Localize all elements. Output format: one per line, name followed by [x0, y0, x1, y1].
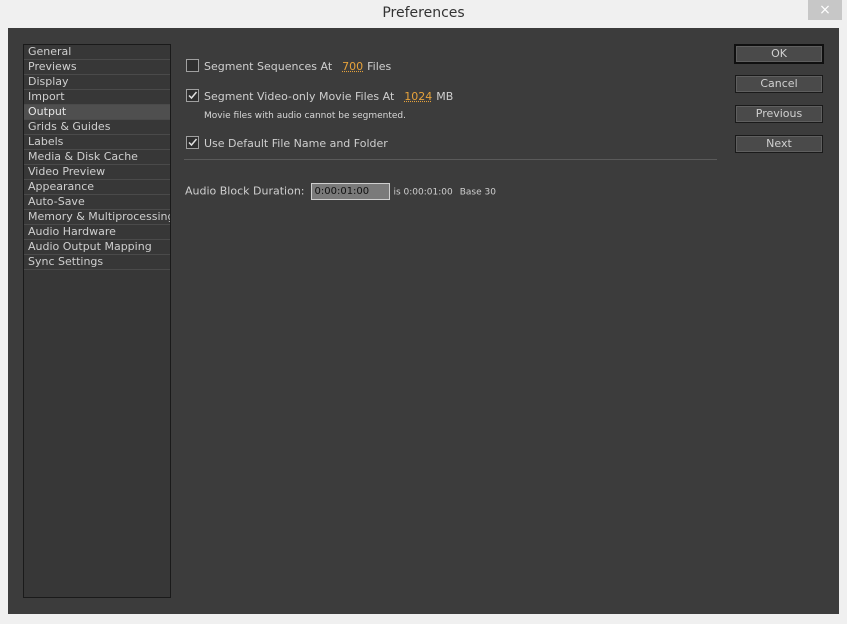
- sidebar-item-media-disk-cache[interactable]: Media & Disk Cache: [24, 150, 170, 165]
- sidebar-item-general[interactable]: General: [24, 45, 170, 60]
- segment-video-row: Segment Video-only Movie Files At 1024 MB: [186, 89, 453, 103]
- sidebar-item-labels[interactable]: Labels: [24, 135, 170, 150]
- sidebar-item-auto-save[interactable]: Auto-Save: [24, 195, 170, 210]
- close-button[interactable]: ×: [808, 0, 842, 20]
- next-button[interactable]: Next: [735, 135, 823, 153]
- sidebar-item-display[interactable]: Display: [24, 75, 170, 90]
- sidebar-item-output[interactable]: Output: [24, 105, 170, 120]
- close-icon: ×: [819, 2, 831, 18]
- audio-block-duration-field[interactable]: 0:00:01:00: [310, 183, 390, 200]
- sidebar-item-sync-settings[interactable]: Sync Settings: [24, 255, 170, 270]
- segment-sequences-label: Segment Sequences At: [204, 60, 333, 73]
- sidebar-item-import[interactable]: Import: [24, 90, 170, 105]
- segment-sequences-row: Segment Sequences At 700 Files: [186, 59, 391, 73]
- segment-video-unit: MB: [436, 90, 454, 103]
- audio-block-label: Audio Block Duration:: [185, 184, 305, 198]
- segment-sequences-unit: Files: [367, 60, 392, 73]
- section-divider: [184, 159, 717, 160]
- checkmark-icon: [188, 91, 198, 100]
- sidebar-item-audio-output-mapping[interactable]: Audio Output Mapping: [24, 240, 170, 255]
- segment-sequences-checkbox[interactable]: [186, 59, 199, 72]
- segment-note: Movie files with audio cannot be segment…: [204, 111, 406, 121]
- use-default-checkbox[interactable]: [186, 136, 199, 149]
- sidebar-item-audio-hardware[interactable]: Audio Hardware: [24, 225, 170, 240]
- sidebar-item-video-preview[interactable]: Video Preview: [24, 165, 170, 180]
- window-title: Preferences: [382, 5, 465, 21]
- checkmark-icon: [188, 138, 198, 147]
- previous-button[interactable]: Previous: [735, 105, 823, 123]
- ok-button[interactable]: OK: [734, 44, 824, 64]
- preferences-dialog: General Previews Display Import Output G…: [8, 28, 839, 614]
- preferences-category-list[interactable]: General Previews Display Import Output G…: [23, 44, 171, 598]
- segment-video-label: Segment Video-only Movie Files At: [204, 90, 395, 103]
- use-default-label: Use Default File Name and Folder: [204, 137, 388, 150]
- audio-block-row: Audio Block Duration: 0:00:01:00 is 0:00:0…: [185, 183, 496, 200]
- cancel-button[interactable]: Cancel: [735, 75, 823, 93]
- title-bar: Preferences ×: [0, 0, 847, 28]
- segment-video-checkbox[interactable]: [186, 89, 199, 102]
- sidebar-item-appearance[interactable]: Appearance: [24, 180, 170, 195]
- audio-block-is-text: is 0:00:01:00: [393, 187, 453, 198]
- use-default-row: Use Default File Name and Folder: [186, 136, 388, 150]
- segment-video-value[interactable]: 1024: [404, 90, 432, 103]
- sidebar-item-previews[interactable]: Previews: [24, 60, 170, 75]
- segment-sequences-value[interactable]: 700: [342, 60, 363, 73]
- sidebar-item-grids-guides[interactable]: Grids & Guides: [24, 120, 170, 135]
- sidebar-item-memory-multiprocessing[interactable]: Memory & Multiprocessing: [24, 210, 170, 225]
- audio-block-base-text: Base 30: [459, 187, 496, 198]
